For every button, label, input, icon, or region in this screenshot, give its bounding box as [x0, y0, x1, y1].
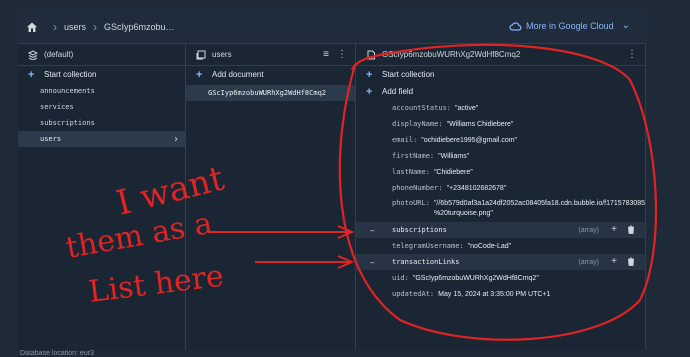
start-collection-label: Start collection [382, 70, 435, 79]
document-panel-header: GScIyp6mzobuWURhXg2WdHf8Cmq2 ⋮ [356, 44, 645, 66]
field-value: "Chidiebere" [433, 168, 473, 176]
add-document-button[interactable]: + Add document [186, 66, 355, 83]
field-value: "+2348102682678" [446, 184, 507, 192]
field-key: transactionLinks [392, 258, 460, 266]
root-panel-header: (default) [18, 44, 185, 66]
field-row[interactable]: telegramUsername: "noCode-Lad" [356, 238, 645, 254]
field-value: "GScIyp6mzobuWURhXg2WdHf8Cmq2" [412, 274, 539, 282]
field-value: "ochidiebere1995@gmail.com" [421, 136, 518, 144]
collection-icon [196, 50, 206, 59]
array-field-transaction-links[interactable]: – transactionLinks (array) + [356, 254, 645, 270]
breadcrumb-item-document[interactable]: GScIyp6mzobu… [104, 22, 175, 32]
root-panel-title: (default) [44, 50, 74, 59]
chevron-right-icon: › [93, 19, 98, 34]
delete-icon[interactable] [627, 257, 635, 266]
field-key: accountStatus: [392, 104, 452, 112]
field-value: "//6b579d0af3a1a24df2052ac08405fa18.cdn.… [433, 200, 645, 217]
document-panel-title: GScIyp6mzobuWURhXg2WdHf8Cmq2 [382, 50, 521, 59]
filter-icon[interactable]: ≡ [323, 49, 329, 60]
collection-item-services[interactable]: services [18, 99, 185, 115]
more-in-google-cloud-label: More in Google Cloud [526, 20, 614, 31]
document-item[interactable]: GScIyp6mzobuWURhXg2WdHf8Cmq2 [186, 85, 355, 101]
field-row[interactable]: email: "ochidiebere1995@gmail.com" [356, 132, 645, 148]
field-type: (array) [578, 258, 599, 266]
collection-item-label: users [40, 135, 62, 143]
field-key: phoneNumber: [392, 184, 443, 192]
field-row[interactable]: firstName: "Williams" [356, 148, 645, 164]
field-key: lastName: [392, 168, 430, 176]
field-key: displayName: [392, 120, 443, 128]
field-row[interactable]: accountStatus: "active" [356, 100, 645, 116]
collapse-icon[interactable]: – [370, 226, 380, 235]
field-key: updatedAt: [392, 290, 435, 298]
field-key: subscriptions [392, 226, 447, 234]
field-value: "noCode-Lad" [467, 242, 512, 250]
field-key: firstName: [392, 152, 435, 160]
add-icon[interactable]: + [611, 224, 617, 235]
field-row[interactable]: lastName: "Chidiebere" [356, 164, 645, 180]
firestore-console: › users › GScIyp6mzobu… More in Google C… [18, 10, 646, 350]
more-in-google-cloud-button[interactable]: More in Google Cloud ⌄ [509, 20, 630, 31]
field-value: "Williams Chidiebere" [446, 120, 514, 128]
start-collection-button[interactable]: + Start collection [356, 66, 645, 83]
more-vert-icon[interactable]: ⋮ [337, 49, 347, 60]
collection-item-subscriptions[interactable]: subscriptions [18, 115, 185, 131]
document-icon [367, 50, 375, 59]
field-key: email: [392, 136, 418, 144]
plus-icon: + [366, 85, 373, 98]
chevron-right-icon: › [172, 133, 179, 145]
plus-icon: + [196, 68, 203, 81]
collapse-icon[interactable]: – [370, 258, 380, 267]
field-type: (array) [578, 226, 599, 234]
root-panel: (default) + Start collection announcemen… [18, 44, 186, 350]
add-icon[interactable]: + [611, 256, 617, 267]
breadcrumb: › users › GScIyp6mzobu… More in Google C… [18, 10, 646, 44]
delete-icon[interactable] [627, 225, 635, 234]
start-collection-button[interactable]: + Start collection [18, 66, 185, 83]
chevron-down-icon: ⌄ [621, 20, 630, 31]
collection-panel: users ≡ ⋮ + Add document GScIyp6mzobuWUR… [186, 44, 356, 350]
add-field-button[interactable]: + Add field [356, 83, 645, 100]
home-icon[interactable] [26, 21, 38, 33]
chevron-right-icon: › [53, 19, 57, 34]
field-row[interactable]: phoneNumber: "+2348102682678" [356, 180, 645, 196]
add-field-label: Add field [382, 87, 414, 96]
collection-panel-header: users ≡ ⋮ [186, 44, 355, 66]
document-panel: GScIyp6mzobuWURhXg2WdHf8Cmq2 ⋮ + Start c… [356, 44, 646, 350]
field-key: telegramUsername: [392, 242, 464, 250]
breadcrumb-item-users[interactable]: users [64, 22, 86, 32]
field-value: "active" [455, 104, 479, 112]
field-value: "Williams" [438, 152, 470, 160]
collection-item-users[interactable]: users › [18, 131, 185, 147]
field-value: May 15, 2024 at 3:35:00 PM UTC+1 [438, 290, 551, 298]
plus-icon: + [28, 68, 35, 81]
field-row[interactable]: updatedAt: May 15, 2024 at 3:35:00 PM UTC… [356, 286, 645, 302]
database-icon [28, 49, 38, 60]
plus-icon: + [366, 68, 373, 81]
field-key: photoURL: [392, 199, 430, 207]
add-document-label: Add document [212, 70, 264, 79]
field-row[interactable]: displayName: "Williams Chidiebere" [356, 116, 645, 132]
collection-item-announcements[interactable]: announcements [18, 83, 185, 99]
start-collection-label: Start collection [44, 70, 97, 79]
cloud-icon [509, 21, 522, 31]
collection-panel-title: users [212, 50, 232, 59]
field-row[interactable]: uid: "GScIyp6mzobuWURhXg2WdHf8Cmq2" [356, 270, 645, 286]
more-vert-icon[interactable]: ⋮ [627, 49, 637, 60]
field-key: uid: [392, 274, 409, 282]
status-text: Database location: eur3 [20, 350, 94, 357]
field-row[interactable]: photoURL: "//6b579d0af3a1a24df2052ac08405… [356, 196, 645, 222]
array-field-subscriptions[interactable]: – subscriptions (array) + [356, 222, 645, 238]
